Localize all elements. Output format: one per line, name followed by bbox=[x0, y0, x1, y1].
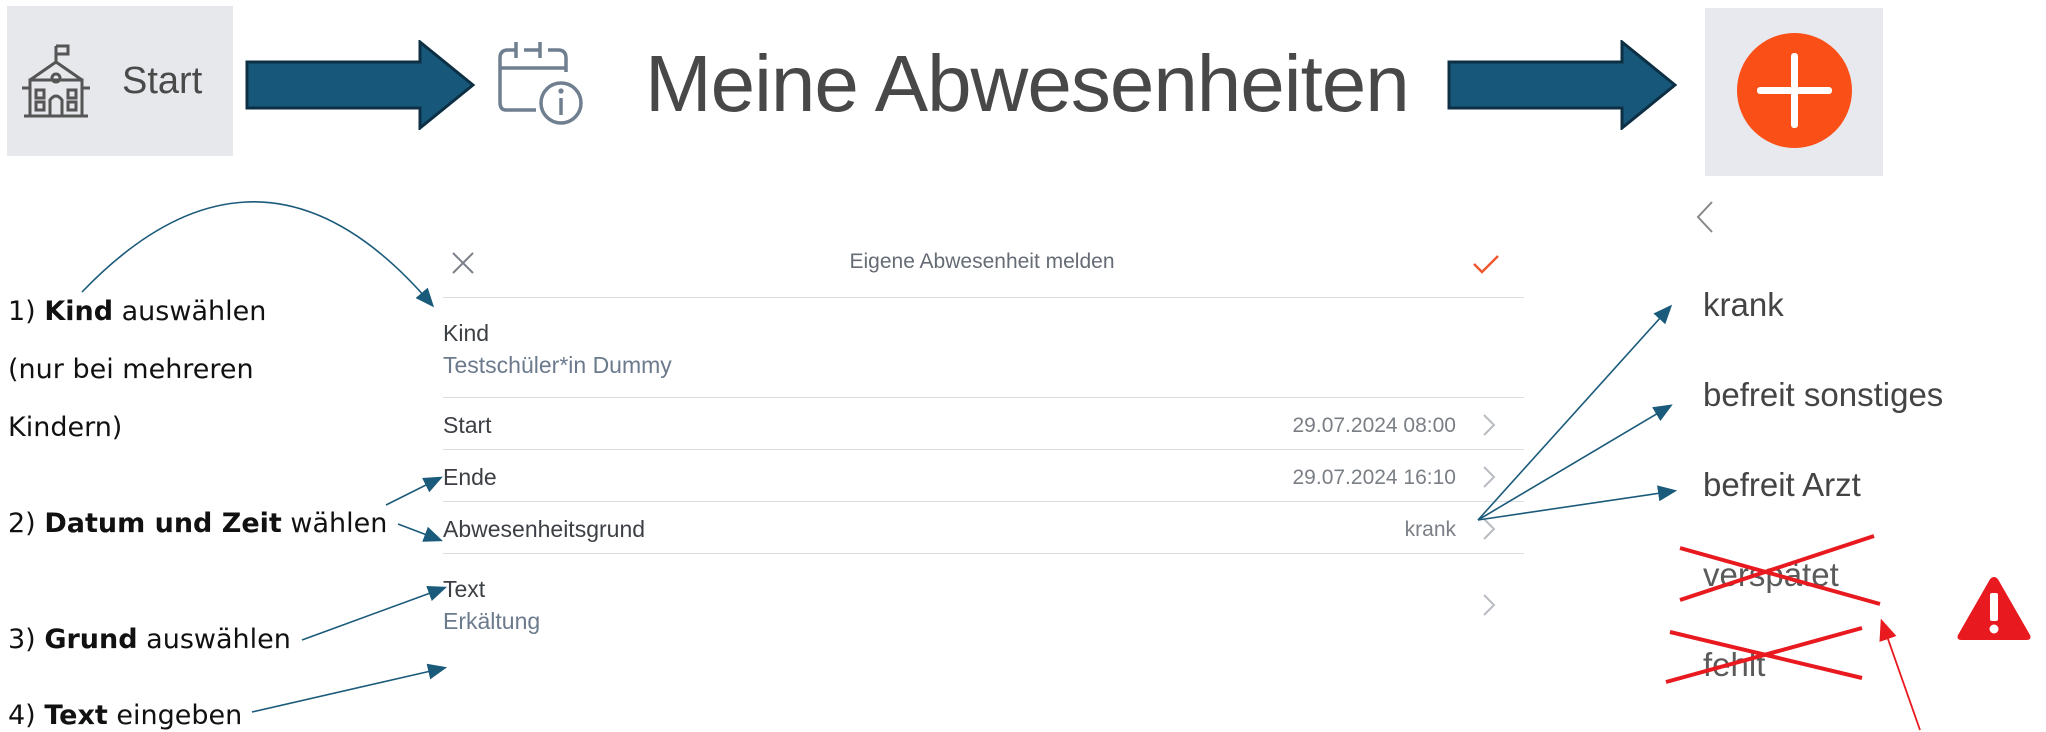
arrow-warning bbox=[1879, 618, 1921, 731]
divider bbox=[443, 297, 1524, 298]
ende-row-value[interactable]: 29.07.2024 16:10 bbox=[1293, 466, 1457, 490]
step-1-note: (nur bei mehreren bbox=[8, 354, 254, 385]
step-2-number: 2) bbox=[8, 508, 36, 539]
step-1-note-2: Kindern) bbox=[8, 412, 123, 443]
step-3: 3) Grund auswählen bbox=[8, 624, 291, 655]
calendar-info-icon bbox=[498, 42, 583, 125]
step-3-keyword: Grund bbox=[44, 624, 138, 655]
reason-option-befreit-arzt[interactable]: befreit Arzt bbox=[1703, 466, 1861, 504]
step-2-text: wählen bbox=[290, 508, 388, 539]
chevron-left-icon[interactable] bbox=[1696, 200, 1714, 234]
arrow-step-2a bbox=[385, 476, 443, 506]
arrow-step-3 bbox=[301, 585, 448, 641]
arrow-reason-arzt bbox=[1477, 485, 1678, 521]
text-row-value[interactable]: Erkältung bbox=[443, 608, 540, 635]
step-4: 4) Text eingeben bbox=[8, 700, 242, 731]
kind-label: Kind bbox=[443, 320, 490, 346]
flow-arrow-1 bbox=[245, 40, 475, 130]
divider bbox=[443, 501, 1524, 502]
arrow-reason-krank bbox=[1477, 304, 1673, 521]
school-icon bbox=[22, 44, 90, 118]
divider bbox=[443, 449, 1524, 450]
check-icon[interactable] bbox=[1471, 252, 1501, 276]
step-2-keyword: Datum und Zeit bbox=[44, 508, 282, 539]
divider bbox=[443, 397, 1524, 398]
kind-value[interactable]: Testschüler*in Dummy bbox=[443, 352, 672, 379]
chevron-right-icon[interactable] bbox=[1482, 517, 1496, 541]
step-3-number: 3) bbox=[8, 624, 36, 655]
start-row-value[interactable]: 29.07.2024 08:00 bbox=[1293, 414, 1457, 438]
flow-arrow-2 bbox=[1447, 40, 1677, 130]
start-label[interactable]: Start bbox=[122, 60, 202, 103]
step-1-text: auswählen bbox=[121, 296, 267, 327]
arrow-step-4 bbox=[251, 663, 448, 713]
form-title: Eigene Abwesenheit melden bbox=[849, 250, 1115, 273]
step-3-text: auswählen bbox=[146, 624, 291, 655]
arrow-step-2b bbox=[397, 523, 443, 542]
reason-option-fehlt[interactable]: fehlt bbox=[1703, 646, 1765, 684]
warning-icon bbox=[1957, 577, 2031, 640]
reason-option-befreit-sonstiges[interactable]: befreit sonstiges bbox=[1703, 376, 1943, 414]
step-4-keyword: Text bbox=[44, 700, 108, 731]
cross-fehlt-2 bbox=[1669, 630, 1863, 680]
step-4-text: eingeben bbox=[116, 700, 243, 731]
text-row-label[interactable]: Text bbox=[443, 576, 485, 603]
step-2: 2) Datum und Zeit wählen bbox=[8, 508, 387, 539]
chevron-right-icon[interactable] bbox=[1482, 465, 1496, 489]
arrow-step-1 bbox=[81, 201, 435, 308]
step-1-number: 1) bbox=[8, 296, 36, 327]
step-1-keyword: Kind bbox=[44, 296, 114, 327]
add-absence-button[interactable] bbox=[1737, 33, 1852, 148]
ende-row-label[interactable]: Ende bbox=[443, 464, 497, 491]
chevron-right-icon[interactable] bbox=[1482, 593, 1496, 617]
reason-option-verspaetet[interactable]: verspätet bbox=[1703, 556, 1839, 594]
step-1: 1) Kind auswählen bbox=[8, 296, 266, 327]
divider bbox=[443, 553, 1524, 554]
reason-option-krank[interactable]: krank bbox=[1703, 286, 1784, 324]
page-title: Meine Abwesenheiten bbox=[645, 39, 1410, 128]
step-4-number: 4) bbox=[8, 700, 36, 731]
grund-row-label[interactable]: Abwesenheitsgrund bbox=[443, 516, 645, 543]
chevron-right-icon[interactable] bbox=[1482, 413, 1496, 437]
arrow-reason-sonstiges bbox=[1477, 404, 1673, 521]
start-row-label[interactable]: Start bbox=[443, 412, 492, 439]
grund-row-value[interactable]: krank bbox=[1405, 518, 1456, 542]
